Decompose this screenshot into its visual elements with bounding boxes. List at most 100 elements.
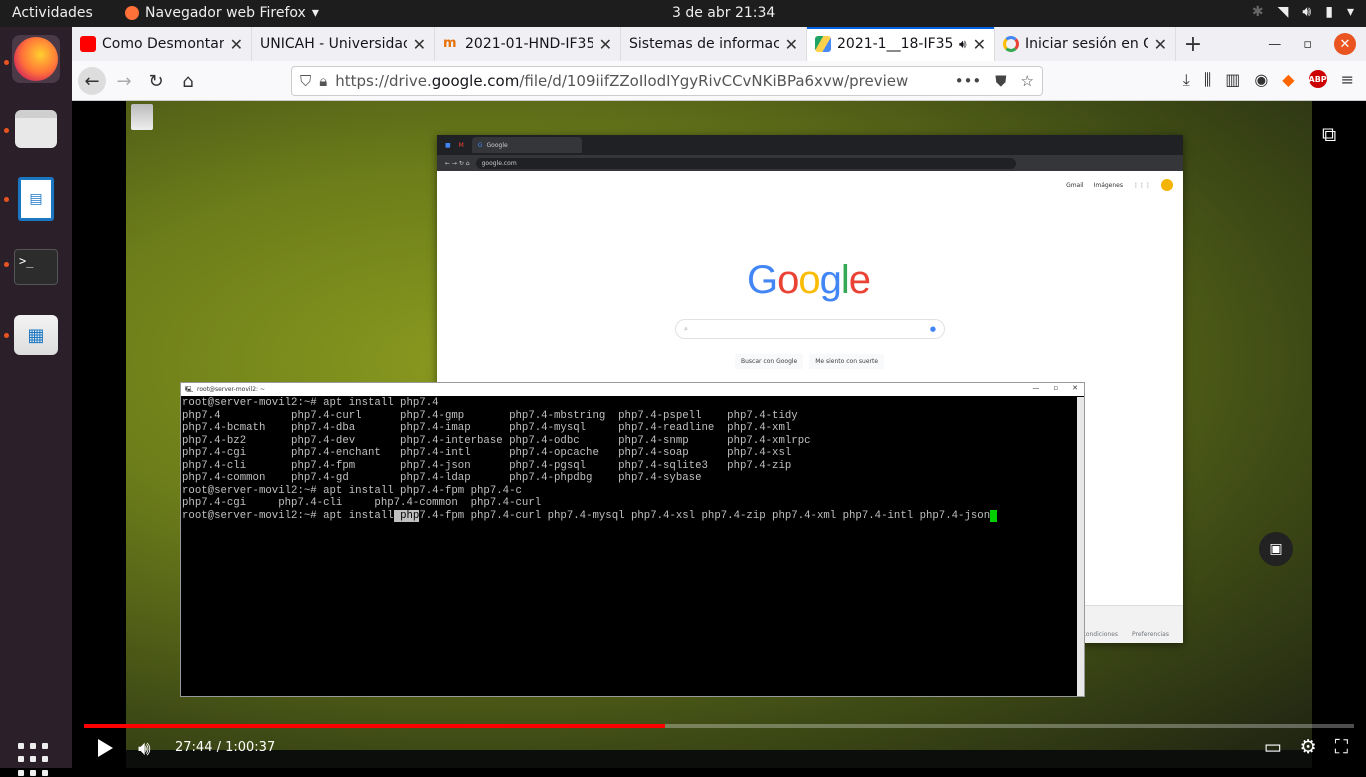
volume-icon[interactable]: 🔊︎ xyxy=(138,736,151,760)
extension-icon[interactable]: ◆ xyxy=(1282,70,1294,90)
youtube-icon xyxy=(80,36,96,52)
pocket-icon[interactable]: ⛊ xyxy=(995,72,1006,90)
google-icon xyxy=(1003,36,1019,52)
chrome-tab: G Google xyxy=(471,137,582,153)
terminal-window-controls: — ▫ ✕ xyxy=(1032,384,1078,392)
toolbar-buttons: ⤓ ⫼ ▥ ◉ ◆ ABP ≡ xyxy=(1183,70,1354,90)
google-logo-letter: G xyxy=(747,258,778,302)
mic-icon: ● xyxy=(929,325,936,333)
download-icon[interactable]: ⤓ xyxy=(1183,70,1190,90)
tab-title: Iniciar sesión en Go xyxy=(1025,36,1148,52)
chrome-address-bar: ← → ↻ ⌂ google.com xyxy=(437,155,1183,171)
gmail-link: Gmail xyxy=(1066,181,1084,189)
video-progress-fill xyxy=(84,724,666,728)
volume-icon[interactable]: 🔊︎ xyxy=(1302,4,1311,20)
dock-files[interactable] xyxy=(12,105,60,153)
avatar xyxy=(1161,179,1173,191)
bookmark-star-icon[interactable]: ☆ xyxy=(1021,72,1034,90)
tab-title: UNICAH - Universidad xyxy=(260,36,407,52)
tab-drive[interactable]: 2021-1__18-IF35 🔊︎ ✕ xyxy=(807,27,995,61)
terminal-prompt: root@server-movil2:~# apt install xyxy=(182,509,394,522)
files-icon xyxy=(15,110,57,148)
video-progress-bar[interactable] xyxy=(84,724,1354,728)
terminal-icon: >_ xyxy=(14,249,58,285)
captions-icon[interactable]: ▭ xyxy=(1264,736,1282,758)
dock-terminal[interactable]: >_ xyxy=(12,243,60,291)
picture-in-picture-icon[interactable]: ▣ xyxy=(1259,532,1293,566)
close-tab-icon[interactable]: ✕ xyxy=(973,35,986,54)
new-tab-button[interactable]: + xyxy=(1176,27,1210,61)
settings-gear-icon[interactable]: ⚙ xyxy=(1300,736,1317,758)
tab-title: 2021-01-HND-IF35 xyxy=(465,36,593,52)
close-window-icon[interactable]: ✕ xyxy=(1334,33,1356,55)
home-icon[interactable]: ⌂ xyxy=(174,67,202,95)
ubuntu-dock: ▤ >_ ▦ xyxy=(0,27,72,776)
wifi-icon[interactable]: ◥ xyxy=(1278,4,1289,20)
activities-button[interactable]: Actividades xyxy=(12,5,93,21)
moodle-icon: m xyxy=(443,36,457,51)
chrome-url: google.com xyxy=(481,159,517,167)
chevron-down-icon[interactable]: ▾ xyxy=(1347,4,1354,20)
tab-title: Sistemas de informació xyxy=(629,36,779,52)
terminal-selection: php xyxy=(393,509,420,522)
app-menu[interactable]: Navegador web Firefox ▾ xyxy=(125,5,319,21)
libreoffice-writer-icon: ▤ xyxy=(18,177,54,221)
tab-youtube[interactable]: Como Desmontar y ✕ xyxy=(72,27,252,61)
google-icon: G xyxy=(477,141,483,149)
battery-icon[interactable]: ▮ xyxy=(1325,4,1333,20)
close-tab-icon[interactable]: ✕ xyxy=(1154,35,1167,54)
terminal-title: root@server-movil2: ~ xyxy=(197,386,265,393)
software-store-icon: ▦ xyxy=(14,315,58,355)
google-drive-icon xyxy=(815,36,831,52)
tab-title: Como Desmontar y xyxy=(102,36,224,52)
settings-link: Preferencias xyxy=(1132,631,1169,638)
putty-icon: 🖳︎ xyxy=(185,385,194,393)
tab-course[interactable]: m 2021-01-HND-IF35 ✕ xyxy=(435,27,621,61)
page-actions-icon[interactable]: ••• xyxy=(955,72,982,90)
reader-view-icon[interactable]: ▥ xyxy=(1225,70,1240,90)
terminal-line: php7.4-bcmath php7.4-dba php7.4-imap php… xyxy=(182,422,792,434)
google-logo-letter: g xyxy=(819,258,842,302)
terminal-line: php7.4-common php7.4-gd php7.4-ldap php7… xyxy=(182,472,702,484)
tab-sistemas[interactable]: Sistemas de informació ✕ xyxy=(621,27,807,61)
account-icon[interactable]: ◉ xyxy=(1254,70,1268,90)
tab-unicah[interactable]: UNICAH - Universidad ✕ xyxy=(252,27,435,61)
minimize-icon[interactable]: — xyxy=(1268,37,1281,52)
maximize-icon[interactable]: ▫ xyxy=(1303,37,1312,52)
bluetooth-icon[interactable]: ✱ xyxy=(1252,4,1264,20)
terminal-title-bar: 🖳︎ root@server-movil2: ~ — ▫ ✕ xyxy=(181,383,1084,396)
tab-google-signin[interactable]: Iniciar sesión en Go ✕ xyxy=(995,27,1176,61)
firefox-icon xyxy=(14,37,58,81)
fullscreen-icon[interactable]: ⛶ xyxy=(1335,736,1348,758)
close-tab-icon[interactable]: ✕ xyxy=(413,35,426,54)
close-tab-icon[interactable]: ✕ xyxy=(230,35,243,54)
url-text[interactable]: https://drive.google.com/file/d/109iifZZ… xyxy=(335,72,908,90)
open-in-new-window-icon[interactable]: ⧉ xyxy=(1322,122,1336,146)
running-indicator xyxy=(4,262,9,267)
play-icon[interactable] xyxy=(98,739,113,757)
apps-grid-icon: ⋮⋮⋮ xyxy=(1133,181,1151,189)
dock-writer[interactable]: ▤ xyxy=(12,175,60,223)
reload-icon[interactable]: ↻ xyxy=(142,67,170,95)
dock-software[interactable]: ▦ xyxy=(12,311,60,359)
url-bar[interactable]: ⛉ 🔒︎ https://drive.google.com/file/d/109… xyxy=(291,66,1043,96)
close-tab-icon[interactable]: ✕ xyxy=(599,35,612,54)
library-icon[interactable]: ⫼ xyxy=(1204,70,1211,90)
close-tab-icon[interactable]: ✕ xyxy=(785,35,798,54)
clock[interactable]: 3 de abr 21:34 xyxy=(672,5,775,21)
lock-icon[interactable]: 🔒︎ xyxy=(319,72,327,90)
dock-firefox[interactable] xyxy=(12,35,60,83)
google-logo-letter: o xyxy=(798,258,820,302)
forward-arrow-icon[interactable]: → xyxy=(110,67,138,95)
show-applications-icon[interactable] xyxy=(18,743,52,777)
system-tray[interactable]: ✱ ◥ 🔊︎ ▮ ▾ xyxy=(1252,4,1354,20)
images-link: Imágenes xyxy=(1093,181,1123,189)
menu-icon[interactable]: ≡ xyxy=(1341,70,1354,90)
terminal-scrollbar xyxy=(1077,397,1084,696)
shield-icon[interactable]: ⛉ xyxy=(300,72,311,90)
running-indicator xyxy=(4,128,9,133)
back-arrow-icon[interactable]: ← xyxy=(78,67,106,95)
adblock-icon[interactable]: ABP xyxy=(1309,70,1327,88)
terminal-line: php7.4 php7.4-curl php7.4-gmp php7.4-mbs… xyxy=(182,409,798,422)
speaker-icon[interactable]: 🔊︎ xyxy=(959,37,967,52)
